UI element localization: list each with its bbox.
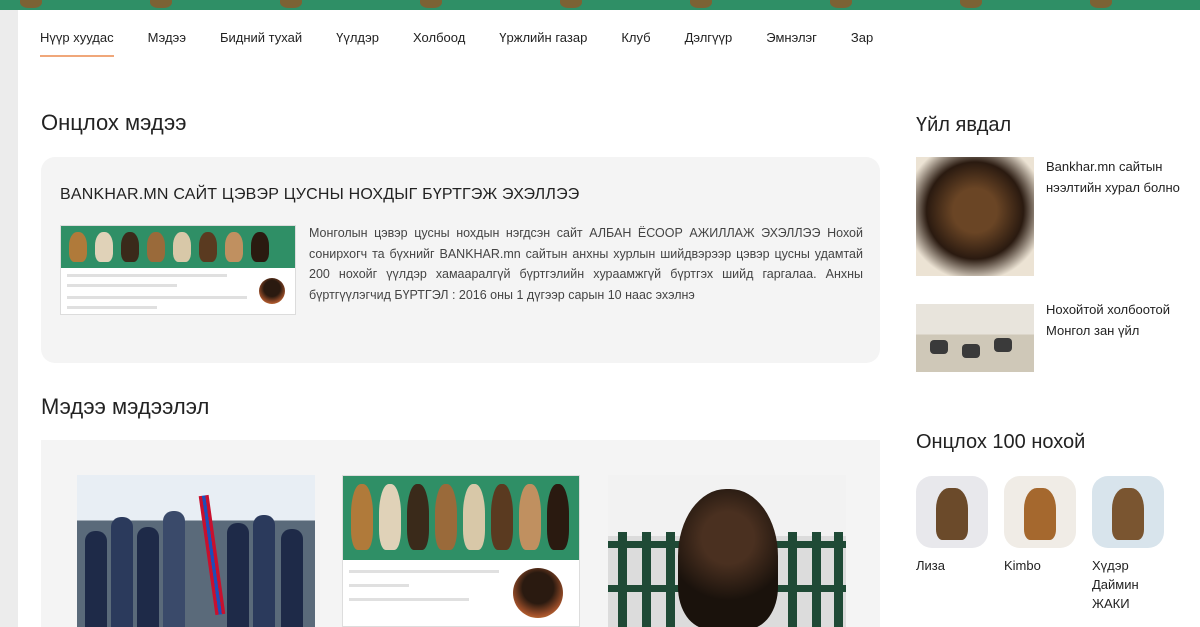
nav-item-associations[interactable]: Холбоод	[413, 30, 465, 57]
news-card-image[interactable]	[608, 475, 846, 627]
nav-item-about[interactable]: Бидний тухай	[220, 30, 302, 57]
news-card-image[interactable]	[342, 475, 580, 627]
news-section-title: Мэдээ мэдээлэл	[41, 394, 210, 419]
top-dog-item[interactable]: Хүдэр Даймин ЖАКИ	[1092, 476, 1164, 613]
nav-item-home[interactable]: Нүүр хуудас	[40, 30, 114, 57]
event-title[interactable]: Bankhar.mn сайтын нээлтийн хурал болно	[1046, 157, 1181, 198]
dog-name[interactable]: Лиза	[916, 556, 988, 575]
featured-headline[interactable]: BANKHAR.MN САЙТ ЦЭВЭР ЦУСНЫ НОХДЫГ БҮРТГ…	[60, 186, 579, 204]
news-grid	[41, 440, 880, 627]
top-dog-item[interactable]: Kimbo	[1004, 476, 1076, 575]
dog-avatar[interactable]	[1004, 476, 1076, 548]
featured-news-card[interactable]: BANKHAR.MN САЙТ ЦЭВЭР ЦУСНЫ НОХДЫГ БҮРТГ…	[41, 157, 880, 363]
nav-item-kennels[interactable]: Үржлийн газар	[499, 30, 587, 57]
top-dog-item[interactable]: Лиза	[916, 476, 988, 575]
nav-item-clinic[interactable]: Эмнэлэг	[766, 30, 817, 57]
main-nav: Нүүр хуудас Мэдээ Бидний тухай Үүлдэр Хо…	[40, 30, 907, 57]
top-dogs-section-title: Онцлох 100 нохой	[916, 431, 1086, 453]
events-section-title: Үйл явдал	[916, 114, 1012, 136]
featured-excerpt: Монголын цэвэр цусны нохдын нэгдсэн сайт…	[309, 226, 863, 302]
page-left-gutter	[0, 0, 18, 627]
dog-avatar[interactable]	[916, 476, 988, 548]
dog-name[interactable]: Хүдэр Даймин ЖАКИ	[1092, 556, 1164, 613]
nav-item-club[interactable]: Клуб	[621, 30, 650, 57]
nav-item-ads[interactable]: Зар	[851, 30, 873, 57]
dog-name[interactable]: Kimbo	[1004, 556, 1076, 575]
featured-section-title: Онцлох мэдээ	[41, 110, 187, 135]
event-thumbnail[interactable]	[916, 157, 1034, 276]
event-title[interactable]: Нохойтой холбоотой Монгол зан үйл	[1046, 300, 1181, 341]
header-banner	[0, 0, 1200, 10]
nav-item-news[interactable]: Мэдээ	[148, 30, 186, 57]
event-thumbnail[interactable]	[916, 304, 1034, 372]
nav-item-shop[interactable]: Дэлгүүр	[685, 30, 733, 57]
featured-thumbnail[interactable]	[60, 225, 296, 315]
dog-avatar[interactable]	[1092, 476, 1164, 548]
news-card-image[interactable]	[77, 475, 315, 627]
nav-item-breeds[interactable]: Үүлдэр	[336, 30, 379, 57]
